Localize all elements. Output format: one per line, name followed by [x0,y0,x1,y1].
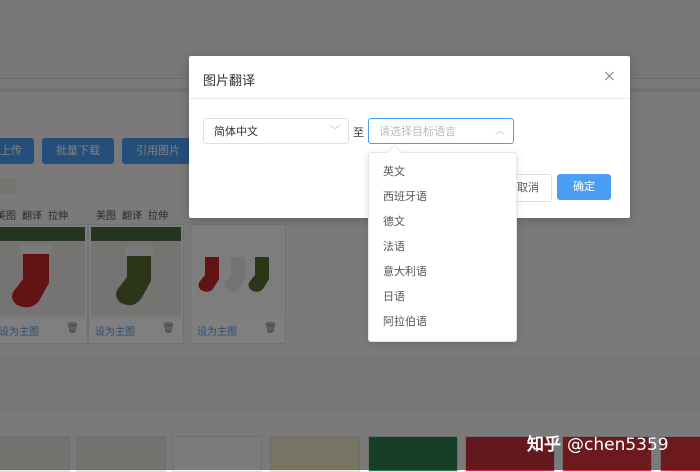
dialog-header: 图片翻译 × [189,56,630,99]
dialog-title: 图片翻译 [203,74,256,89]
chevron-down-icon: ﹀ [330,126,340,137]
language-option-japanese[interactable]: 日语 [369,284,516,309]
language-option-german[interactable]: 德文 [369,209,516,234]
target-language-placeholder: 请选择目标语言 [379,125,456,138]
language-option-italian[interactable]: 意大利语 [369,259,516,284]
source-language-select[interactable]: 简体中文 ﹀ [203,118,349,144]
close-icon[interactable]: × [603,66,616,85]
language-option-english[interactable]: 英文 [369,159,516,184]
language-option-spanish[interactable]: 西班牙语 [369,184,516,209]
zhihu-logo: 知乎 [527,435,561,455]
to-label: 至 [353,126,364,139]
watermark: 知乎 @chen5359 [527,430,669,455]
target-language-select[interactable]: 请选择目标语言 ︿ [368,118,514,144]
watermark-author: @chen5359 [567,435,669,455]
language-option-french[interactable]: 法语 [369,234,516,259]
target-language-dropdown: 英文 西班牙语 德文 法语 意大利语 日语 阿拉伯语 [368,144,517,342]
chevron-up-icon: ︿ [495,126,505,137]
language-option-arabic[interactable]: 阿拉伯语 [369,309,516,334]
confirm-button[interactable]: 确定 [557,174,611,200]
source-language-value: 简体中文 [214,125,258,138]
